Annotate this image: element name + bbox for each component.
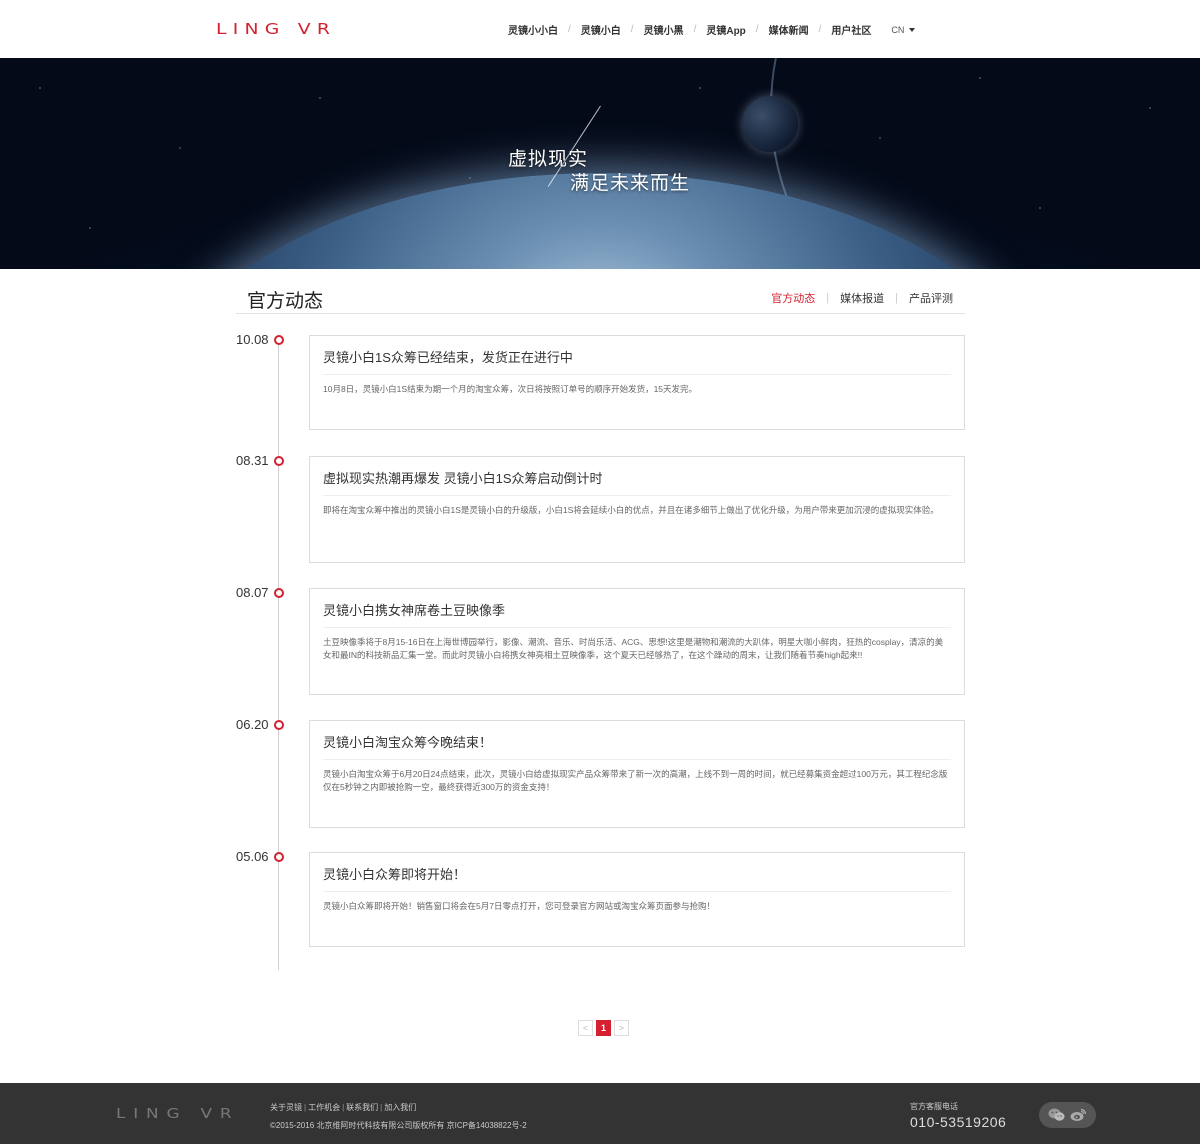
- news-title[interactable]: 灵镜小白众筹即将开始！: [323, 853, 951, 892]
- news-card[interactable]: 灵镜小白1S众筹已经结束，发货正在进行中 10月8日，灵镜小白1S结束为期一个月…: [309, 335, 965, 430]
- news-summary: 10月8日，灵镜小白1S结束为期一个月的淘宝众筹，次日将按照订单号的顺序开始发货…: [323, 384, 698, 394]
- site-footer: LING VR 关于灵镜 | 工作机会 | 联系我们 | 加入我们 ©2015-2016 北…: [0, 1083, 1200, 1144]
- nav-item-xiaohei[interactable]: 灵镜小黑: [634, 22, 694, 37]
- page-title: 官方动态: [247, 291, 324, 312]
- footer-link-join[interactable]: 加入我们: [384, 1103, 416, 1112]
- chevron-down-icon: [909, 28, 916, 33]
- page-button-current[interactable]: 1: [596, 1020, 611, 1036]
- timeline-dot-icon: [274, 852, 284, 862]
- timeline-dot-icon: [274, 588, 284, 598]
- site-header: LING VR 灵镜小小白 / 灵镜小白 / 灵镜小黑 / 灵镜App / 媒体…: [0, 0, 1200, 58]
- timeline-date: 05.06: [236, 849, 269, 864]
- news-title[interactable]: 灵镜小白1S众筹已经结束，发货正在进行中: [323, 336, 951, 375]
- timeline-date: 10.08: [236, 332, 269, 347]
- nav-item-media-news[interactable]: 媒体新闻: [759, 22, 819, 37]
- timeline-dot-icon: [274, 456, 284, 466]
- logo[interactable]: LING VR: [216, 20, 336, 38]
- news-card[interactable]: 虚拟现实热潮再爆发 灵镜小白1S众筹启动倒计时 即将在淘宝众筹中推出的灵镜小白1…: [309, 456, 965, 563]
- category-tabs: 官方动态 | 媒体报道 | 产品评测: [760, 290, 964, 306]
- tab-product-reviews[interactable]: 产品评测: [898, 290, 964, 306]
- timeline-date: 06.20: [236, 717, 269, 732]
- footer-links: 关于灵镜 | 工作机会 | 联系我们 | 加入我们: [270, 1102, 416, 1113]
- slogan-line-2: 满足未来而生: [570, 172, 691, 194]
- tab-media-reports[interactable]: 媒体报道: [829, 290, 895, 306]
- news-card[interactable]: 灵镜小白淘宝众筹今晚结束！ 灵镜小白淘宝众筹于6月20日24点结束，此次，灵镜小…: [309, 720, 965, 828]
- slogan-line-1: 虚拟现实: [508, 148, 589, 170]
- news-card[interactable]: 灵镜小白携女神席卷土豆映像季 土豆映像季将于8月15-16日在上海世博园举行，影…: [309, 588, 965, 695]
- language-selector[interactable]: CN: [881, 24, 916, 35]
- footer-link-contact[interactable]: 联系我们: [346, 1103, 378, 1112]
- timeline-axis: [278, 340, 279, 970]
- next-page-button[interactable]: >: [614, 1020, 629, 1036]
- prev-page-button[interactable]: <: [578, 1020, 593, 1036]
- social-links: [1039, 1102, 1096, 1128]
- news-card[interactable]: 灵镜小白众筹即将开始！ 灵镜小白众筹即将开始！销售窗口将会在5月7日零点打开，您…: [309, 852, 965, 947]
- news-title[interactable]: 虚拟现实热潮再爆发 灵镜小白1S众筹启动倒计时: [323, 457, 951, 496]
- moon-image: [742, 96, 798, 152]
- weibo-icon[interactable]: [1070, 1108, 1087, 1122]
- footer-logo: LING VR: [116, 1107, 240, 1122]
- wechat-icon[interactable]: [1048, 1108, 1065, 1122]
- main-nav: 灵镜小小白 / 灵镜小白 / 灵镜小黑 / 灵镜App / 媒体新闻 / 用户社…: [498, 22, 916, 37]
- timeline-dot-icon: [274, 335, 284, 345]
- hotline-label: 官方客服电话: [910, 1102, 958, 1111]
- hero-banner: 虚拟现实 满足未来而生: [0, 58, 1200, 269]
- nav-item-app[interactable]: 灵镜App: [696, 22, 755, 37]
- footer-link-jobs[interactable]: 工作机会: [308, 1103, 340, 1112]
- news-summary: 土豆映像季将于8月15-16日在上海世博园举行，影像、潮流、音乐、时尚乐活、AC…: [323, 637, 944, 660]
- language-label: CN: [891, 24, 905, 35]
- section-divider: [236, 313, 965, 314]
- news-summary: 灵镜小白淘宝众筹于6月20日24点结束，此次，灵镜小白给虚拟现实产品众筹带来了新…: [323, 769, 948, 792]
- timeline-date: 08.07: [236, 585, 269, 600]
- footer-link-about[interactable]: 关于灵镜: [270, 1103, 302, 1112]
- hotline-number: 010-53519206: [910, 1114, 1007, 1130]
- news-summary: 即将在淘宝众筹中推出的灵镜小白1S是灵镜小白的升级版，小白1S将会延续小白的优点…: [323, 505, 939, 515]
- news-title[interactable]: 灵镜小白淘宝众筹今晚结束！: [323, 721, 951, 760]
- timeline-dot-icon: [274, 720, 284, 730]
- timeline-date: 08.31: [236, 453, 269, 468]
- news-summary: 灵镜小白众筹即将开始！销售窗口将会在5月7日零点打开，您可登录官方网站或淘宝众筹…: [323, 901, 715, 911]
- nav-item-community[interactable]: 用户社区: [821, 22, 881, 37]
- nav-item-xiaobai[interactable]: 灵镜小白: [571, 22, 631, 37]
- news-title[interactable]: 灵镜小白携女神席卷土豆映像季: [323, 589, 951, 628]
- nav-item-xiaoxiaobai[interactable]: 灵镜小小白: [498, 22, 568, 37]
- tab-official-news[interactable]: 官方动态: [760, 290, 826, 306]
- copyright: ©2015-2016 北京维阿时代科技有限公司版权所有 京ICP备1403882…: [270, 1121, 527, 1130]
- pagination: < 1 >: [578, 1020, 632, 1036]
